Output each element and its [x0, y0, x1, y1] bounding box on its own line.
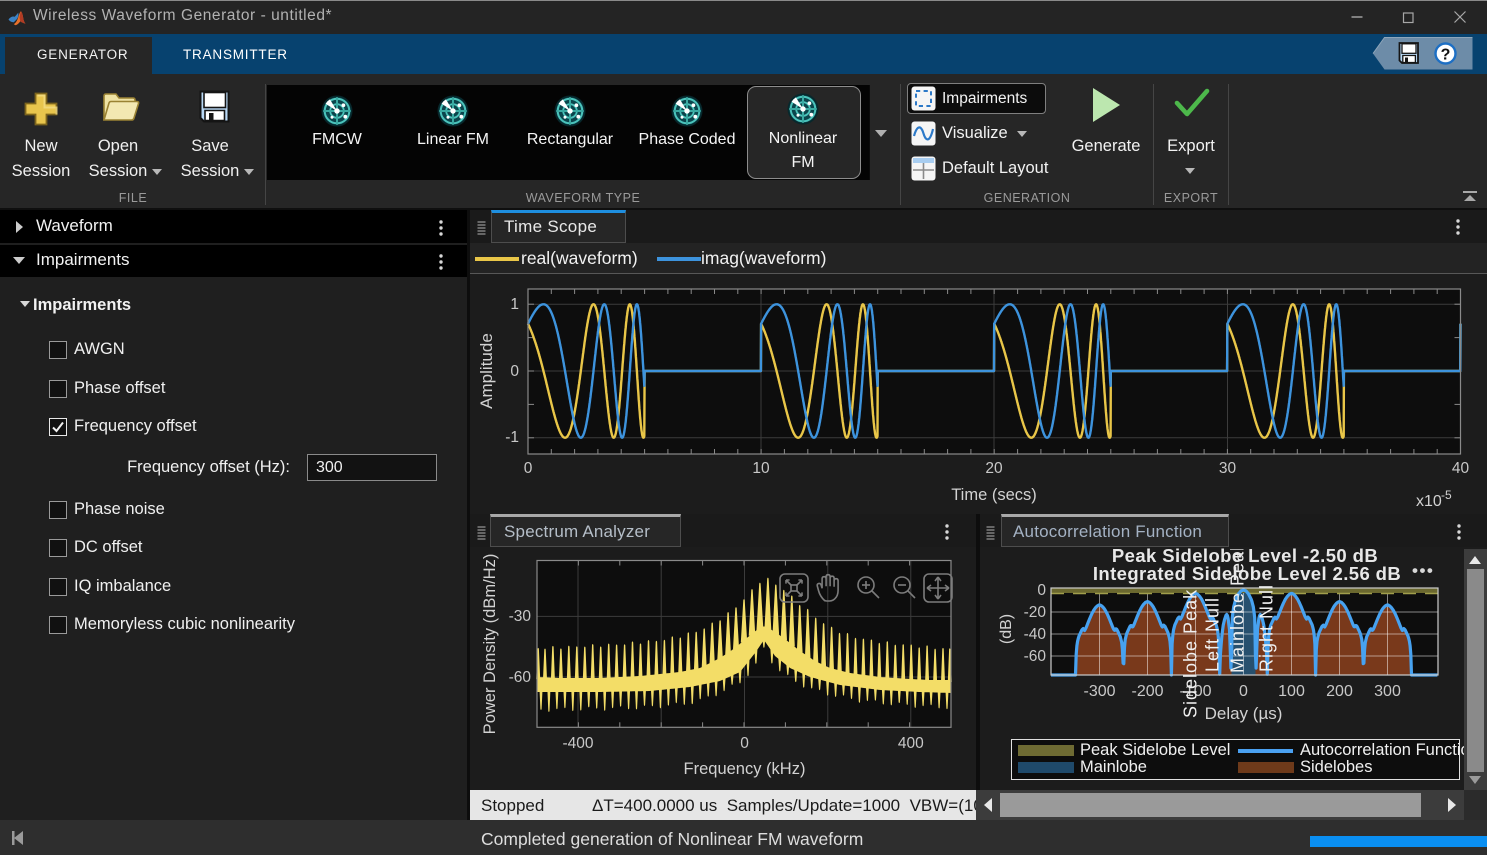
- svg-text:?: ?: [1441, 47, 1451, 64]
- svg-text:40: 40: [1452, 460, 1470, 477]
- svg-text:-60: -60: [509, 669, 532, 686]
- svg-text:30: 30: [1219, 460, 1237, 477]
- svg-text:Time (secs): Time (secs): [951, 486, 1037, 504]
- svg-text:-30: -30: [509, 608, 532, 625]
- svg-text:Left Null: Left Null: [1203, 597, 1223, 672]
- svg-text:-20: -20: [1024, 604, 1047, 621]
- svg-text:10: 10: [752, 460, 770, 477]
- svg-text:0: 0: [1239, 683, 1248, 700]
- svg-text:1: 1: [510, 296, 519, 313]
- svg-text:-1: -1: [505, 429, 519, 446]
- svg-text:-400: -400: [562, 735, 593, 752]
- svg-text:20: 20: [985, 460, 1003, 477]
- svg-text:400: 400: [898, 735, 924, 752]
- svg-text:-5: -5: [1441, 488, 1452, 502]
- svg-text:Amplitude: Amplitude: [477, 333, 496, 409]
- svg-text:Power Density (dBm/Hz): Power Density (dBm/Hz): [481, 554, 499, 735]
- svg-text:Frequency (kHz): Frequency (kHz): [684, 760, 806, 778]
- svg-text:x10: x10: [1416, 493, 1442, 510]
- svg-text:Delay (µs): Delay (µs): [1205, 704, 1283, 723]
- svg-text:0: 0: [740, 735, 749, 752]
- svg-text:200: 200: [1326, 683, 1353, 700]
- svg-text:0: 0: [510, 363, 519, 380]
- svg-text:-60: -60: [1024, 648, 1047, 665]
- svg-text:300: 300: [1374, 683, 1401, 700]
- svg-text:-200: -200: [1131, 683, 1163, 700]
- svg-text:(dB): (dB): [998, 614, 1015, 644]
- svg-text:-300: -300: [1083, 683, 1115, 700]
- svg-text:100: 100: [1278, 683, 1305, 700]
- svg-text:Sidelobe Peak: Sidelobe Peak: [1181, 589, 1201, 718]
- svg-text:0: 0: [524, 460, 533, 477]
- svg-text:Right Null: Right Null: [1257, 584, 1277, 672]
- svg-text:-40: -40: [1024, 626, 1047, 643]
